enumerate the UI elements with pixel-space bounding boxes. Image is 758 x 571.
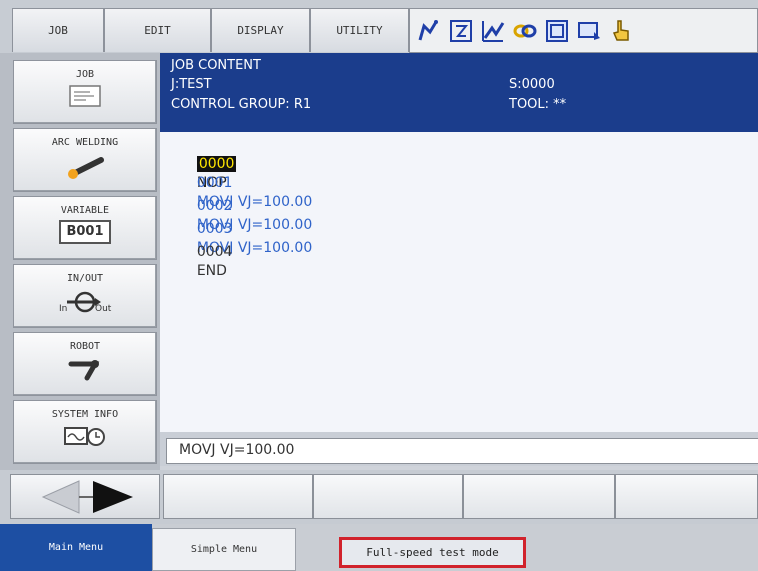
page-arrows — [10, 474, 160, 519]
job-line[interactable]: 0003 MOVJ VJ=100.00 — [179, 201, 312, 256]
variable-box-icon: B001 — [59, 220, 111, 244]
side-menu-in-out-label: IN/OUT — [66, 273, 104, 284]
job-content-title: JOB CONTENT — [171, 58, 261, 73]
job-listing[interactable]: 0000 NOP 0001 MOVJ VJ=100.00 0002 MOVJ V… — [160, 132, 758, 432]
simple-menu-label: Simple Menu — [190, 544, 258, 555]
side-menu-arc-welding-label: ARC WELDING — [51, 137, 119, 148]
tab-display[interactable]: DISPLAY — [211, 8, 310, 52]
toolbar-icon-strip — [409, 8, 758, 53]
display-icon[interactable] — [576, 18, 602, 44]
side-menu-robot[interactable]: ROBOT — [13, 332, 157, 396]
hand-pointer-icon[interactable] — [608, 18, 634, 44]
line-instruction: END — [196, 263, 227, 279]
job-content-header: JOB CONTENT J:TEST CONTROL GROUP: R1 S:0… — [160, 53, 758, 132]
side-menu-job[interactable]: JOB — [13, 60, 157, 124]
job-line[interactable]: 0001 MOVJ VJ=100.00 — [179, 155, 312, 210]
side-menu-arc-welding[interactable]: ARC WELDING — [13, 128, 157, 192]
input-buffer-area: MOVJ VJ=100.00 — [160, 432, 758, 466]
job-line[interactable]: 0002 MOVJ VJ=100.00 — [179, 178, 312, 233]
tab-utility[interactable]: UTILITY — [310, 8, 409, 52]
simple-menu-button[interactable]: Simple Menu — [152, 528, 296, 571]
side-menu-system-info-label: SYSTEM INFO — [51, 409, 119, 420]
side-menu-robot-label: ROBOT — [69, 341, 101, 352]
panel-icon[interactable] — [544, 18, 570, 44]
edit-box-icon[interactable] — [448, 18, 474, 44]
main-menu-button[interactable]: Main Menu — [0, 524, 152, 571]
variable-badge-text: B001 — [66, 224, 104, 239]
tab-edit-label: EDIT — [144, 24, 171, 37]
job-line[interactable]: 0000 NOP — [179, 136, 237, 191]
side-menu-in-out[interactable]: IN/OUT In Out — [13, 264, 157, 328]
soft-key-3[interactable] — [463, 474, 615, 519]
step-counter: S:0000 — [509, 77, 555, 92]
robot-arm-icon[interactable] — [416, 18, 442, 44]
in-out-icon: In Out — [55, 288, 115, 316]
tab-display-label: DISPLAY — [237, 24, 284, 37]
robot-icon — [68, 360, 100, 381]
job-name: J:TEST — [171, 77, 212, 92]
side-menu-system-info[interactable]: SYSTEM INFO — [13, 400, 157, 464]
tab-utility-label: UTILITY — [336, 24, 383, 37]
main-menu-label: Main Menu — [48, 542, 104, 553]
welding-torch-icon — [68, 157, 104, 179]
job-line[interactable]: 0004 END — [179, 224, 233, 279]
tool-number: TOOL: ** — [509, 97, 567, 112]
line-number: 0004 — [196, 244, 233, 260]
control-group: CONTROL GROUP: R1 — [171, 97, 312, 112]
system-info-icon — [64, 427, 105, 446]
tab-job[interactable]: JOB — [12, 8, 104, 52]
in-label: In — [59, 304, 68, 314]
mode-status-indicator: Full-speed test mode — [339, 537, 526, 568]
soft-key-4[interactable] — [615, 474, 758, 519]
side-menu-job-label: JOB — [75, 69, 95, 80]
forward-arrow-icon[interactable] — [93, 481, 133, 513]
tab-edit[interactable]: EDIT — [104, 8, 211, 52]
soft-key-2[interactable] — [313, 474, 463, 519]
link-icon[interactable] — [512, 18, 538, 44]
out-label: Out — [95, 304, 112, 314]
back-arrow-icon[interactable] — [41, 480, 80, 514]
soft-key-1[interactable] — [163, 474, 313, 519]
mode-status-text: Full-speed test mode — [366, 546, 499, 559]
side-menu-variable-label: VARIABLE — [60, 205, 110, 216]
input-buffer-line[interactable]: MOVJ VJ=100.00 — [166, 438, 758, 464]
job-document-icon — [69, 85, 101, 107]
tab-job-label: JOB — [48, 24, 68, 37]
side-menu-variable[interactable]: VARIABLE B001 — [13, 196, 157, 260]
chart-icon[interactable] — [480, 18, 506, 44]
